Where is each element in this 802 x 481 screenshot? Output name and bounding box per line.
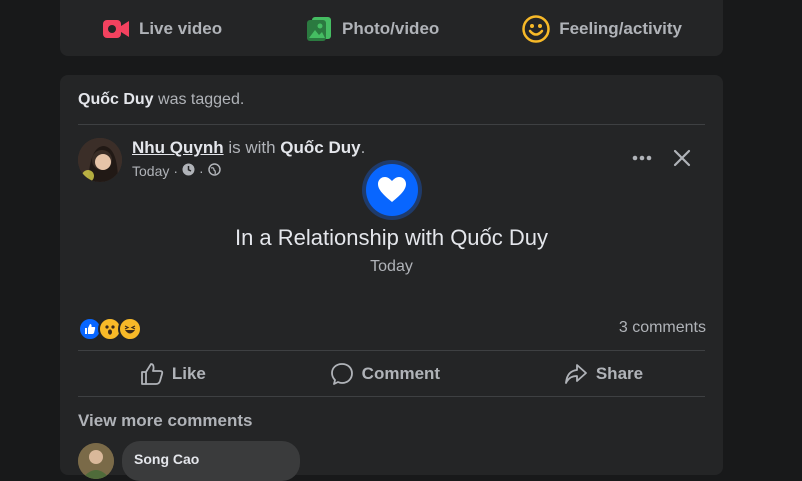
haha-reaction-icon bbox=[118, 317, 142, 341]
photo-video-label: Photo/video bbox=[342, 19, 440, 38]
meta-separator: · bbox=[173, 163, 179, 179]
thumb-up-icon bbox=[140, 363, 164, 385]
live-video-button[interactable]: Live video bbox=[101, 14, 222, 44]
tag-suffix: was tagged. bbox=[153, 91, 245, 108]
post-card: Quốc Duy was tagged. Nhu Quynh is with Q… bbox=[60, 75, 723, 481]
divider bbox=[78, 396, 705, 397]
reaction-summary[interactable] bbox=[78, 317, 142, 341]
photo-icon bbox=[304, 14, 334, 44]
poster-line: Nhu Quynh is with Quốc Duy. bbox=[132, 138, 365, 158]
close-icon bbox=[673, 149, 691, 167]
feeling-activity-button[interactable]: Feeling/activity bbox=[521, 14, 682, 44]
post-composer: Live video Photo/video Feeling/activity bbox=[60, 0, 723, 56]
more-options-button[interactable] bbox=[627, 143, 657, 173]
post-actions: Like Comment Share bbox=[78, 351, 705, 397]
tag-notice: Quốc Duy was tagged. bbox=[78, 91, 244, 109]
comment-button[interactable]: Comment bbox=[330, 362, 440, 386]
life-event-date: Today bbox=[370, 258, 413, 275]
share-button[interactable]: Share bbox=[564, 363, 643, 385]
period: . bbox=[360, 138, 366, 157]
meta-separator: · bbox=[199, 163, 204, 179]
more-dots-icon bbox=[632, 155, 652, 161]
comment-label: Comment bbox=[361, 364, 441, 383]
post-time[interactable]: Today bbox=[132, 163, 169, 179]
comment-author-link[interactable]: Song Cao bbox=[134, 451, 199, 467]
close-button[interactable] bbox=[667, 143, 697, 173]
live-video-label: Live video bbox=[138, 19, 223, 38]
share-arrow-icon bbox=[564, 364, 587, 384]
divider bbox=[78, 124, 705, 125]
view-more-comments-link[interactable]: View more comments bbox=[78, 411, 252, 431]
tagged-user-link[interactable]: Quốc Duy bbox=[78, 91, 154, 108]
photo-video-button[interactable]: Photo/video bbox=[304, 14, 439, 44]
feeling-activity-label: Feeling/activity bbox=[559, 19, 683, 38]
post-meta: Today · · bbox=[132, 163, 221, 179]
like-label: Like bbox=[171, 364, 206, 383]
comment-bubble: Song Cao bbox=[122, 441, 300, 481]
composer-actions: Live video Photo/video Feeling/activity bbox=[60, 0, 723, 56]
speech-bubble-icon bbox=[330, 363, 353, 385]
globe-icon bbox=[207, 163, 221, 179]
with-text: is with bbox=[223, 138, 281, 157]
like-button[interactable]: Like bbox=[140, 363, 206, 385]
share-label: Share bbox=[595, 364, 644, 383]
poster-avatar[interactable] bbox=[78, 138, 122, 182]
video-camera-icon bbox=[101, 14, 131, 44]
comment-count-link[interactable]: 3 comments bbox=[619, 319, 706, 337]
smile-icon bbox=[521, 14, 551, 44]
with-user-link[interactable]: Quốc Duy bbox=[280, 138, 360, 157]
heart-icon bbox=[366, 164, 418, 216]
life-event-title: In a Relationship with Quốc Duy bbox=[234, 225, 549, 250]
poster-name-link[interactable]: Nhu Quynh bbox=[132, 138, 224, 157]
commenter-avatar[interactable] bbox=[78, 443, 114, 479]
clock-icon bbox=[182, 163, 195, 179]
